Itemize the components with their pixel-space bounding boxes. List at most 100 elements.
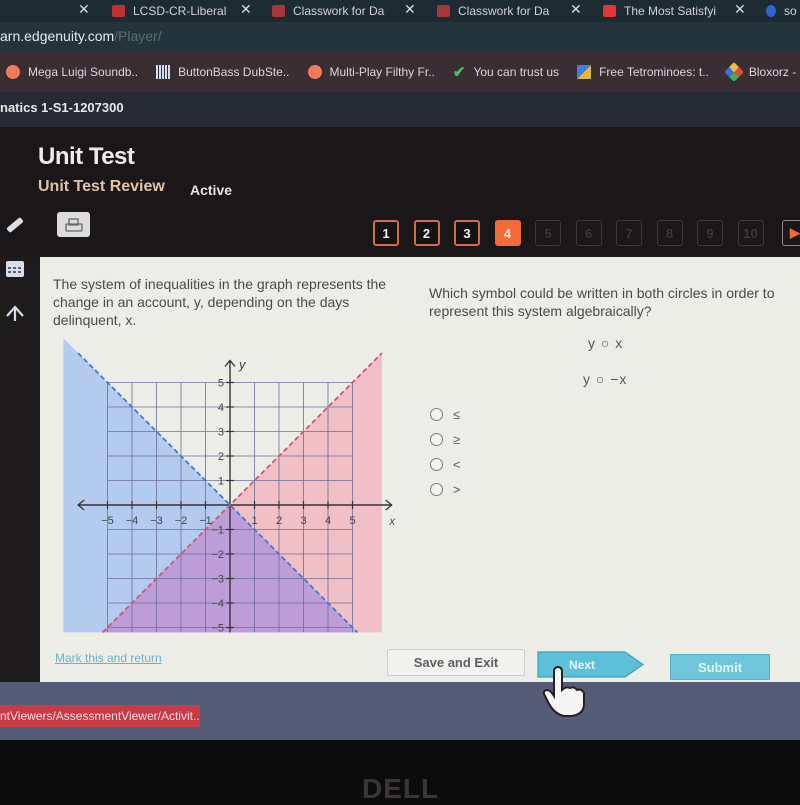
bookmark-label: Multi-Play Filthy Fr..	[329, 65, 435, 79]
status-badge: Active	[190, 182, 233, 198]
y-tick-label: −3	[211, 574, 224, 586]
y-tick-label: 3	[218, 427, 224, 439]
x-tick-label: −4	[126, 515, 139, 527]
radio-button[interactable]	[430, 483, 443, 496]
bookmark-item[interactable]: ButtonBass DubSte..	[156, 65, 290, 79]
url-text[interactable]: arn.edgenuity.com/Player/	[0, 28, 162, 44]
bookmark-label: ButtonBass DubSte..	[178, 65, 290, 79]
green-check-icon: ✔	[452, 64, 466, 81]
tetris-blocks-icon	[577, 65, 592, 79]
radio-button[interactable]	[430, 408, 443, 421]
radio-button[interactable]	[430, 433, 443, 446]
bookmark-item[interactable]: Mega Luigi Soundb..	[6, 65, 138, 79]
bookmark-item[interactable]: Bloxorz - F	[723, 62, 800, 82]
x-tick-label: −1	[199, 515, 212, 527]
bookmarks-bar: Mega Luigi Soundb.. ButtonBass DubSte.. …	[0, 52, 800, 92]
pencil-icon	[6, 217, 24, 233]
x-tick-label: 3	[300, 515, 306, 527]
y-tick-label: 1	[218, 476, 224, 488]
bookmark-item[interactable]: ✔ You can trust us	[453, 63, 559, 81]
x-tick-label: 1	[251, 515, 257, 527]
x-tick-label: 4	[325, 515, 331, 527]
question-nav-1[interactable]: 1	[373, 220, 399, 246]
question-nav-4[interactable]: 4	[494, 220, 521, 246]
question-nav-10[interactable]: 10	[737, 220, 764, 246]
y-tick-label: 4	[218, 402, 224, 414]
browser-tab[interactable]: The Most Satisfyi	[603, 0, 721, 22]
option-label: ≥	[453, 432, 461, 447]
save-and-exit-button[interactable]: Save and Exit	[387, 649, 525, 676]
print-button[interactable]	[57, 212, 90, 237]
y-axis-label: y	[238, 357, 247, 372]
mark-and-return-link[interactable]: Mark this and return	[55, 651, 162, 665]
question-nav-5[interactable]: 5	[535, 220, 561, 246]
browser-tab-strip: ✕ LCSD-CR-Liberal ✕ Classwork for Da ✕ C…	[0, 0, 800, 22]
browser-tab[interactable]: Classwork for Da	[272, 0, 392, 22]
bookmark-label: You can trust us	[473, 65, 560, 79]
question-nav-8[interactable]: 8	[656, 220, 683, 246]
up-arrow-icon	[6, 305, 24, 321]
status-bar-url: ntViewers/AssessmentViewer/Activit...	[0, 705, 200, 727]
tab-title: The Most Satisfyi	[624, 4, 717, 18]
option-label: ≤	[453, 407, 461, 422]
highlighter-tool[interactable]	[0, 292, 30, 332]
option-label: <	[453, 457, 461, 472]
tab-title: so	[784, 4, 797, 18]
answer-option[interactable]: >	[430, 482, 461, 497]
page-title: Unit Test	[38, 143, 135, 170]
bookmark-label: Mega Luigi Soundb..	[28, 65, 139, 79]
question-nav-6[interactable]: 6	[575, 220, 602, 246]
calculator-tool[interactable]	[0, 249, 30, 289]
question-nav-7[interactable]: 7	[616, 220, 642, 246]
tab-title: LCSD-CR-Liberal	[133, 4, 227, 18]
y-tick-label: −1	[211, 525, 224, 537]
y-tick-label: −5	[211, 623, 224, 635]
radio-button[interactable]	[430, 458, 443, 471]
bookmark-item[interactable]: Free Tetrominoes: t..	[577, 65, 709, 79]
assessment-header: Unit Test Unit Test Review Active 123456…	[0, 127, 800, 277]
y-tick-label: 5	[218, 378, 224, 390]
answer-option[interactable]: ≤	[430, 407, 460, 422]
pencil-tool[interactable]	[0, 205, 30, 245]
bookmark-label: Bloxorz - F	[748, 65, 800, 79]
tab-close-icon[interactable]: ✕	[404, 0, 416, 18]
y-tick-label: 2	[218, 451, 224, 463]
question-nav-2[interactable]: 2	[413, 220, 440, 246]
address-bar[interactable]: arn.edgenuity.com/Player/	[0, 22, 800, 52]
question-nav-3[interactable]: 3	[454, 220, 480, 246]
y-tick-label: −4	[211, 598, 224, 610]
ribbon-favicon-icon	[112, 5, 125, 17]
classroom-favicon-icon	[272, 5, 285, 17]
submit-button[interactable]: Submit	[670, 654, 770, 680]
tab-close-icon[interactable]: ✕	[240, 0, 252, 18]
orange-s-icon	[6, 65, 20, 79]
x-axis-label: x	[388, 514, 396, 528]
answer-option[interactable]: <	[430, 457, 461, 472]
answer-option[interactable]: ≥	[430, 432, 460, 447]
browser-tab[interactable]: Classwork for Da	[437, 0, 552, 22]
expression-2: y ○ −x	[583, 371, 628, 387]
hand-cursor-icon	[542, 665, 585, 717]
classroom-favicon-icon	[437, 5, 450, 17]
tab-close-icon[interactable]: ✕	[734, 0, 746, 18]
next-questions-arrow[interactable]: ▶	[782, 220, 800, 246]
question-panel: The system of inequalities in the graph …	[40, 257, 800, 682]
x-tick-label: −2	[175, 515, 188, 527]
question-nav-9[interactable]: 9	[697, 220, 723, 246]
orange-s-icon	[307, 65, 322, 79]
x-tick-label: −5	[101, 515, 114, 527]
bookmark-item[interactable]: Multi-Play Filthy Fr..	[307, 65, 435, 79]
browser-tab[interactable]: so	[766, 0, 800, 22]
tab-close-icon[interactable]: ✕	[570, 0, 582, 18]
activity-subtitle: Unit Test Review	[38, 178, 165, 195]
youtube-favicon-icon	[603, 5, 616, 17]
drop-favicon-icon	[766, 5, 776, 17]
question-prompt: Which symbol could be written in both ci…	[429, 285, 775, 319]
url-host: arn.edgenuity.com	[0, 28, 115, 44]
tab-close-icon[interactable]: ✕	[78, 0, 90, 18]
calculator-icon	[6, 261, 24, 277]
question-stem: The system of inequalities in the graph …	[53, 276, 387, 328]
expression-1: y ○ x	[588, 335, 624, 351]
browser-tab[interactable]: LCSD-CR-Liberal	[112, 0, 232, 22]
x-tick-label: 2	[276, 515, 282, 527]
